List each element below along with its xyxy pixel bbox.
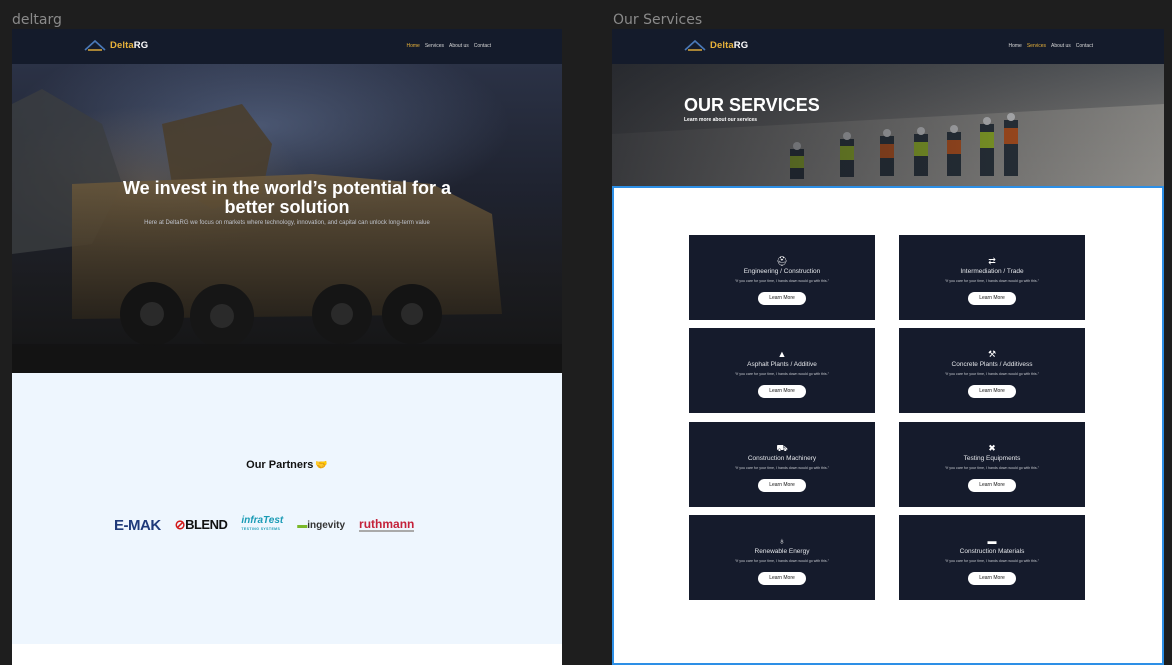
helmet-icon: ⛑ bbox=[776, 256, 788, 266]
partner-logo-blend[interactable]: ⊘BLEND bbox=[175, 517, 228, 533]
card-title: Renewable Energy bbox=[754, 548, 810, 555]
partners-title: Our Partners 🤝 bbox=[246, 459, 328, 471]
frame-label-services[interactable]: Our Services bbox=[613, 12, 702, 28]
service-card-intermediation[interactable]: ⇄ Intermediation / Trade “If you care fo… bbox=[899, 235, 1085, 320]
nav-services[interactable]: Services bbox=[425, 43, 444, 49]
card-description: “If you care for your time, I hands down… bbox=[945, 372, 1039, 376]
card-description: “If you care for your time, I hands down… bbox=[735, 279, 829, 283]
hero-title: We invest in the world’s potential for a… bbox=[122, 178, 452, 217]
card-description: “If you care for your time, I hands down… bbox=[945, 559, 1039, 563]
hero-loader-image bbox=[12, 89, 562, 373]
card-title: Concrete Plants / Additivess bbox=[951, 361, 1033, 368]
nav-home[interactable]: Home bbox=[406, 43, 419, 49]
card-description: “If you care for your time, I hands down… bbox=[735, 559, 829, 563]
partner-logo-emak[interactable]: E-MAK bbox=[114, 517, 161, 534]
home-footer-strip bbox=[12, 644, 562, 665]
services-page-frame[interactable]: DeltaRG Home Services About us Contact O… bbox=[612, 29, 1164, 665]
learn-more-button[interactable]: Learn More bbox=[758, 572, 806, 585]
card-title: Testing Equipments bbox=[963, 455, 1021, 462]
logo-mark-icon bbox=[684, 39, 706, 51]
nav-about[interactable]: About us bbox=[1051, 43, 1071, 49]
partner-logo-ingevity[interactable]: ▬ingevity bbox=[297, 520, 345, 531]
navbar: DeltaRG Home Services About us Contact bbox=[12, 29, 562, 64]
service-card-materials[interactable]: ▬ Construction Materials “If you care fo… bbox=[899, 515, 1085, 600]
learn-more-button[interactable]: Learn More bbox=[758, 479, 806, 492]
partner-logos: E-MAK ⊘BLEND infraTest TESTING SYSTEMS ▬i… bbox=[114, 516, 415, 534]
logo[interactable]: DeltaRG bbox=[84, 39, 148, 51]
logo-text: DeltaRG bbox=[710, 39, 749, 51]
tools-icon: ✖ bbox=[988, 443, 996, 453]
service-card-engineering[interactable]: ⛑ Engineering / Construction “If you car… bbox=[689, 235, 875, 320]
lightbulb-icon: ♁ bbox=[778, 536, 786, 546]
learn-more-button[interactable]: Learn More bbox=[758, 292, 806, 305]
partners-section: Our Partners 🤝 E-MAK ⊘BLEND infraTest TEST… bbox=[12, 373, 562, 644]
navbar: DeltaRG Home Services About us Contact bbox=[612, 29, 1164, 64]
handshake-icon: 🤝 bbox=[315, 460, 328, 471]
nav-links: Home Services About us Contact bbox=[1008, 43, 1093, 49]
worker-icon: ⚒ bbox=[987, 349, 997, 359]
services-hero-title: OUR SERVICES bbox=[684, 95, 820, 115]
nav-about[interactable]: About us bbox=[449, 43, 469, 49]
learn-more-button[interactable]: Learn More bbox=[968, 385, 1016, 398]
service-card-machinery[interactable]: ⛟ Construction Machinery “If you care fo… bbox=[689, 422, 875, 507]
frame-label-home[interactable]: deltarg bbox=[12, 12, 62, 28]
exchange-icon: ⇄ bbox=[988, 256, 996, 266]
nav-contact[interactable]: Contact bbox=[474, 43, 491, 49]
road-icon: ▲ bbox=[777, 349, 787, 359]
service-card-concrete[interactable]: ⚒ Concrete Plants / Additivess “If you c… bbox=[899, 328, 1085, 413]
logo[interactable]: DeltaRG bbox=[684, 39, 748, 51]
learn-more-button[interactable]: Learn More bbox=[968, 292, 1016, 305]
services-hero-subtitle: Learn more about our services bbox=[684, 117, 758, 123]
service-card-asphalt[interactable]: ▲ Asphalt Plants / Additive “If you care… bbox=[689, 328, 875, 413]
hero-subtitle: Here at DeltaRG we focus on markets wher… bbox=[144, 220, 430, 226]
hero-overlay bbox=[612, 64, 1164, 186]
services-grid-section-selected[interactable]: ⛑ Engineering / Construction “If you car… bbox=[612, 186, 1164, 665]
learn-more-button[interactable]: Learn More bbox=[758, 385, 806, 398]
card-title: Asphalt Plants / Additive bbox=[747, 361, 817, 368]
nav-home[interactable]: Home bbox=[1008, 43, 1021, 49]
card-description: “If you care for your time, I hands down… bbox=[945, 279, 1039, 283]
partner-logo-infratest[interactable]: infraTest TESTING SYSTEMS bbox=[241, 516, 283, 534]
learn-more-button[interactable]: Learn More bbox=[968, 479, 1016, 492]
logo-mark-icon bbox=[84, 39, 106, 51]
nav-links: Home Services About us Contact bbox=[406, 43, 491, 49]
card-description: “If you care for your time, I hands down… bbox=[735, 466, 829, 470]
service-card-renewable[interactable]: ♁ Renewable Energy “If you care for your… bbox=[689, 515, 875, 600]
card-title: Construction Materials bbox=[959, 548, 1025, 555]
learn-more-button[interactable]: Learn More bbox=[968, 572, 1016, 585]
toolbox-icon: ▬ bbox=[987, 536, 997, 546]
card-description: “If you care for your time, I hands down… bbox=[735, 372, 829, 376]
card-title: Engineering / Construction bbox=[743, 268, 821, 275]
excavator-icon: ⛟ bbox=[776, 443, 788, 453]
logo-text: DeltaRG bbox=[110, 39, 149, 51]
nav-contact[interactable]: Contact bbox=[1076, 43, 1093, 49]
service-card-testing[interactable]: ✖ Testing Equipments “If you care for yo… bbox=[899, 422, 1085, 507]
hero-section: We invest in the world’s potential for a… bbox=[12, 64, 562, 373]
home-page-frame[interactable]: DeltaRG Home Services About us Contact W… bbox=[12, 29, 562, 665]
card-title: Construction Machinery bbox=[747, 455, 817, 462]
card-description: “If you care for your time, I hands down… bbox=[945, 466, 1039, 470]
partner-logo-ruthmann[interactable]: ruthmann bbox=[359, 518, 415, 532]
services-hero: OUR SERVICES Learn more about our servic… bbox=[612, 64, 1164, 186]
card-title: Intermediation / Trade bbox=[960, 268, 1024, 275]
nav-services[interactable]: Services bbox=[1027, 43, 1046, 49]
